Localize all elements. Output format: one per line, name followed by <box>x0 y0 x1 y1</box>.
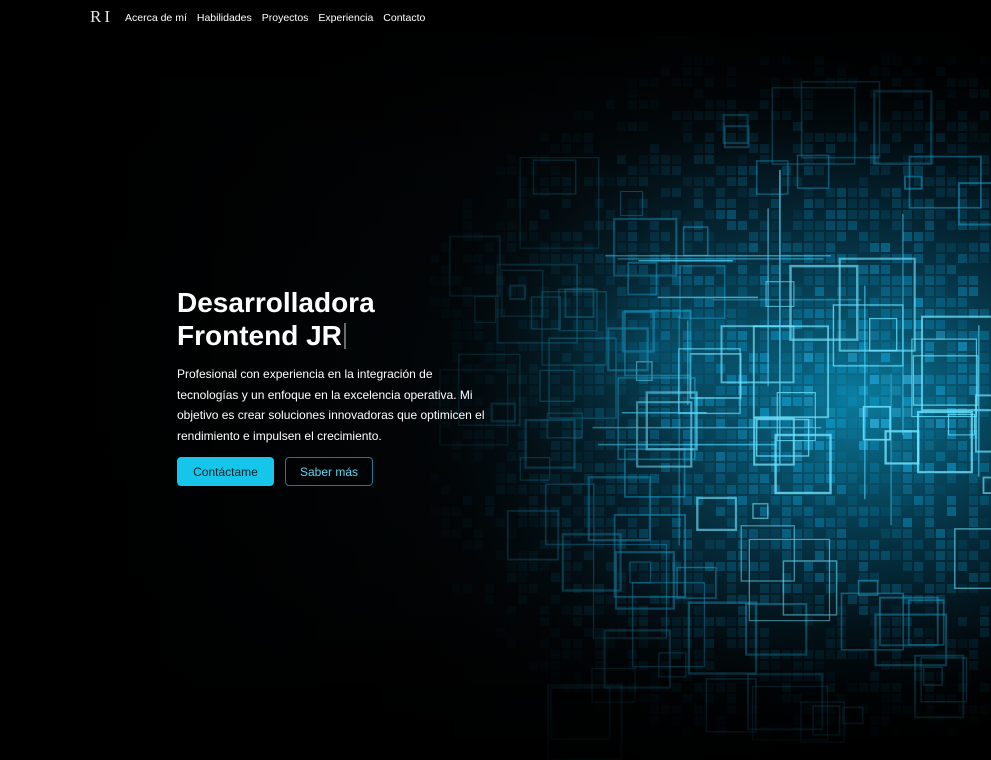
hero-title: Desarrolladora Frontend JR <box>177 286 417 352</box>
hero-description: Profesional con experiencia en la integr… <box>177 367 485 443</box>
nav-link-about[interactable]: Acerca de mí <box>125 12 187 24</box>
nav-link-experience[interactable]: Experiencia <box>318 12 373 24</box>
top-navbar: RI Acerca de mí Habilidades Proyectos Ex… <box>0 0 991 36</box>
nav-link-contact[interactable]: Contacto <box>383 12 425 24</box>
hero-buttons: Contáctame Saber más <box>177 457 497 486</box>
typing-caret <box>343 323 346 349</box>
contact-button[interactable]: Contáctame <box>177 457 274 486</box>
learn-more-button[interactable]: Saber más <box>285 457 373 486</box>
nav-link-skills[interactable]: Habilidades <box>197 12 252 24</box>
hero-section: Desarrolladora Frontend JR Profesional c… <box>0 36 991 760</box>
nav-link-projects[interactable]: Proyectos <box>262 12 309 24</box>
nav-links: Acerca de mí Habilidades Proyectos Exper… <box>125 12 425 24</box>
portfolio-page: RI Acerca de mí Habilidades Proyectos Ex… <box>0 0 991 760</box>
site-logo[interactable]: RI <box>90 7 113 27</box>
hero-content: Desarrolladora Frontend JR Profesional c… <box>177 286 497 486</box>
